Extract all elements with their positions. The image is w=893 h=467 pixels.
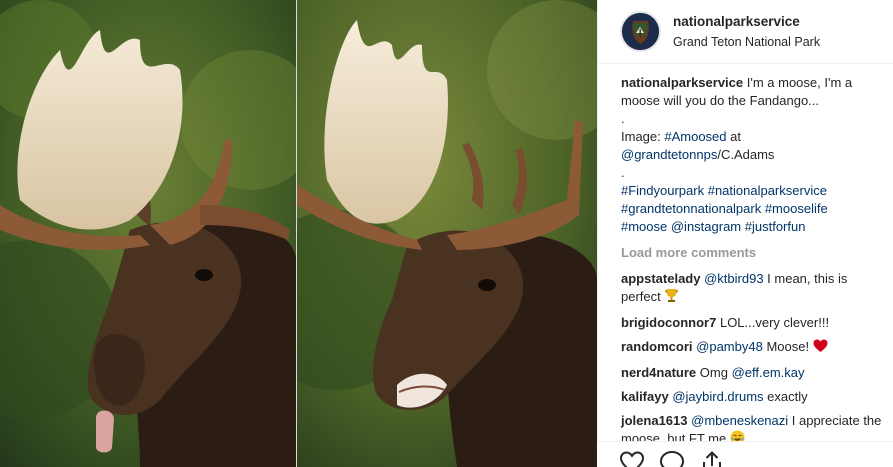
hashtag-amoosed[interactable]: #Amoosed	[664, 129, 726, 144]
hashtags-line-2[interactable]: #grandtetonnationalpark #mooselife	[621, 200, 883, 218]
post-actions-bar	[597, 441, 893, 467]
post-image[interactable]	[0, 0, 597, 467]
avatar[interactable]	[620, 11, 661, 52]
list-item: randomcori @pamby48 Moose!	[621, 338, 883, 358]
comment-icon[interactable]	[659, 450, 685, 467]
caption-image-credit: Image: #Amoosed at	[621, 128, 883, 146]
moose-left-illustration	[0, 0, 296, 467]
post-sidebar: nationalparkservice Grand Teton National…	[597, 0, 893, 467]
comment-username[interactable]: nerd4nature	[621, 365, 696, 380]
comment-text: Moose!	[762, 339, 813, 354]
caption-dot-2: .	[621, 165, 625, 180]
heart-icon	[813, 339, 828, 358]
caption: nationalparkservice I'm a moose, I'm a m…	[621, 74, 883, 236]
comment-username[interactable]: appstatelady	[621, 271, 700, 286]
comments-section: nationalparkservice I'm a moose, I'm a m…	[621, 74, 883, 456]
comment-mention[interactable]: @mbeneskenazi	[691, 413, 788, 428]
comment-mention[interactable]: @pamby48	[696, 339, 763, 354]
caption-dot: .	[621, 111, 625, 126]
comment-username[interactable]: jolena1613	[621, 413, 688, 428]
moose-photo-right	[297, 0, 597, 467]
comment-username[interactable]: kalifayy	[621, 389, 669, 404]
moose-right-illustration	[297, 0, 597, 467]
nps-logo-icon	[622, 13, 659, 50]
hashtags-line-1[interactable]: #Findyourpark #nationalparkservice	[621, 182, 883, 200]
trophy-icon	[664, 288, 679, 308]
post-header: nationalparkservice Grand Teton National…	[598, 0, 893, 64]
comment-text: Omg	[699, 365, 732, 380]
load-more-comments-button[interactable]: Load more comments	[621, 245, 756, 260]
credit-suffix: /C.Adams	[717, 147, 775, 162]
comment-username[interactable]: brigidoconnor7	[621, 315, 716, 330]
caption-username[interactable]: nationalparkservice	[621, 75, 743, 90]
share-icon[interactable]	[699, 450, 725, 467]
comment-username[interactable]: randomcori	[621, 339, 693, 354]
comment-text: LOL...very clever!!!	[719, 315, 830, 330]
mention-grandtetonnps[interactable]: @grandtetonnps	[621, 147, 717, 162]
list-item: nerd4nature Omg @eff.em.kay	[621, 364, 883, 382]
list-item: appstatelady @ktbird93 I mean, this is p…	[621, 270, 883, 308]
moose-photo-left	[0, 0, 296, 467]
heart-outline-icon[interactable]	[619, 450, 645, 467]
comment-mention[interactable]: @jaybird.drums	[672, 389, 763, 404]
hashtags-line-3[interactable]: #moose @instagram #justforfun	[621, 218, 883, 236]
at-word: at	[726, 129, 741, 144]
post-location[interactable]: Grand Teton National Park	[673, 33, 820, 51]
comment-text: exactly	[763, 389, 808, 404]
post-username[interactable]: nationalparkservice	[673, 13, 820, 31]
list-item: brigidoconnor7 LOL...very clever!!!	[621, 314, 883, 332]
image-prefix: Image:	[621, 129, 665, 144]
load-more-row: Load more comments	[621, 244, 883, 262]
comment-mention[interactable]: @ktbird93	[704, 271, 763, 286]
list-item: kalifayy @jaybird.drums exactly	[621, 388, 883, 406]
caption-credit-line: @grandtetonnps/C.Adams	[621, 146, 883, 164]
comment-mention[interactable]: @eff.em.kay	[732, 365, 805, 380]
